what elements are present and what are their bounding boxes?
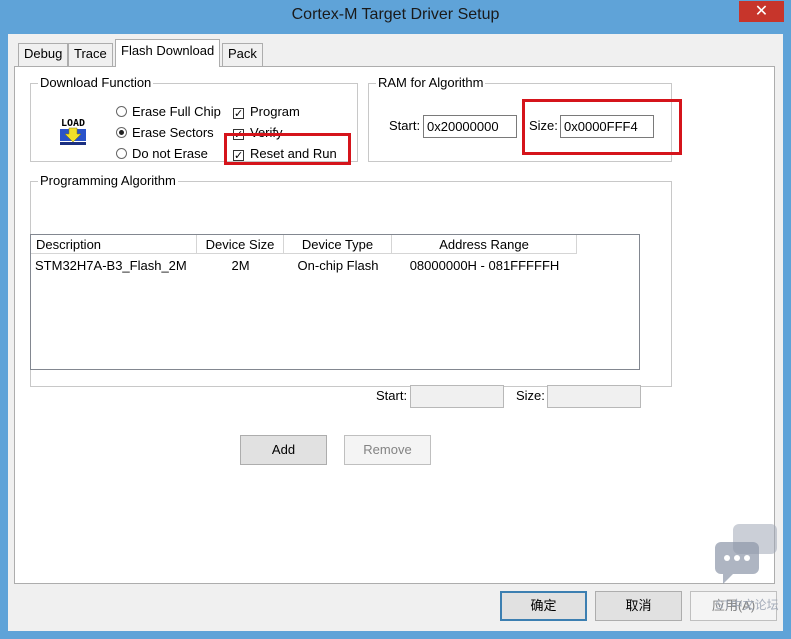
watermark-text: ST中文论坛 xyxy=(715,598,779,612)
algo-size-label: Size: xyxy=(516,388,545,403)
radio-indicator[interactable] xyxy=(116,148,127,159)
load-icon: LOAD xyxy=(57,115,89,147)
watermark: ST中文论坛 xyxy=(711,520,781,620)
checkbox-program[interactable]: ✓ Program xyxy=(233,104,300,120)
ram-algorithm-legend: RAM for Algorithm xyxy=(376,75,486,91)
radio-label: Erase Sectors xyxy=(132,125,214,140)
cell-address-range: 08000000H - 081FFFFFH xyxy=(409,258,560,273)
svg-text:LOAD: LOAD xyxy=(61,118,85,129)
check-icon[interactable]: ✓ xyxy=(233,108,244,119)
algo-start-input[interactable] xyxy=(410,385,504,408)
algorithm-list[interactable]: Description Device Size Device Type Addr… xyxy=(30,234,640,370)
ram-start-input[interactable]: 0x20000000 xyxy=(423,115,517,138)
column-header-device-type[interactable]: Device Type xyxy=(284,235,392,254)
checkbox-label: Program xyxy=(250,104,300,119)
add-button[interactable]: Add xyxy=(240,435,327,465)
ram-start-label: Start: xyxy=(389,118,421,133)
cancel-button[interactable]: 取消 xyxy=(595,591,682,621)
close-button[interactable]: ✕ xyxy=(739,1,784,22)
ok-button[interactable]: 确定 xyxy=(500,591,587,621)
highlight-ram-size xyxy=(522,99,682,155)
list-header: Description Device Size Device Type Addr… xyxy=(31,235,639,255)
title-bar[interactable]: Cortex-M Target Driver Setup ✕ xyxy=(0,0,791,34)
radio-label: Erase Full Chip xyxy=(132,104,221,119)
highlight-reset-and-run xyxy=(224,133,351,165)
tab-pack[interactable]: Pack xyxy=(222,43,263,66)
column-header-address-range[interactable]: Address Range xyxy=(392,235,577,254)
tab-debug[interactable]: Debug xyxy=(18,43,69,66)
cell-device-size: 2M xyxy=(231,258,250,273)
algo-size-input[interactable] xyxy=(547,385,641,408)
radio-erase-full-chip[interactable]: Erase Full Chip xyxy=(116,104,221,120)
cell-description: STM32H7A-B3_Flash_2M xyxy=(35,258,187,273)
cell-device-type: On-chip Flash xyxy=(297,258,379,273)
dialog-window: Cortex-M Target Driver Setup ✕ Debug Tra… xyxy=(0,0,791,639)
radio-indicator[interactable] xyxy=(116,106,127,117)
tab-trace[interactable]: Trace xyxy=(68,43,113,66)
remove-button[interactable]: Remove xyxy=(344,435,431,465)
programming-algorithm-legend: Programming Algorithm xyxy=(38,173,178,189)
radio-do-not-erase[interactable]: Do not Erase xyxy=(116,146,208,162)
tab-flash-download[interactable]: Flash Download xyxy=(115,39,221,67)
algo-start-label: Start: xyxy=(376,388,408,403)
column-header-device-size[interactable]: Device Size xyxy=(197,235,284,254)
radio-label: Do not Erase xyxy=(132,146,208,161)
column-header-description[interactable]: Description xyxy=(31,235,197,254)
window-title: Cortex-M Target Driver Setup xyxy=(291,6,500,23)
chat-bubble-icon xyxy=(715,524,777,584)
dialog-client-area: Debug Trace Flash Download Pack Download… xyxy=(8,34,783,631)
radio-erase-sectors[interactable]: Erase Sectors xyxy=(116,125,214,141)
radio-indicator-selected[interactable] xyxy=(116,127,127,138)
download-function-legend: Download Function xyxy=(38,75,154,91)
